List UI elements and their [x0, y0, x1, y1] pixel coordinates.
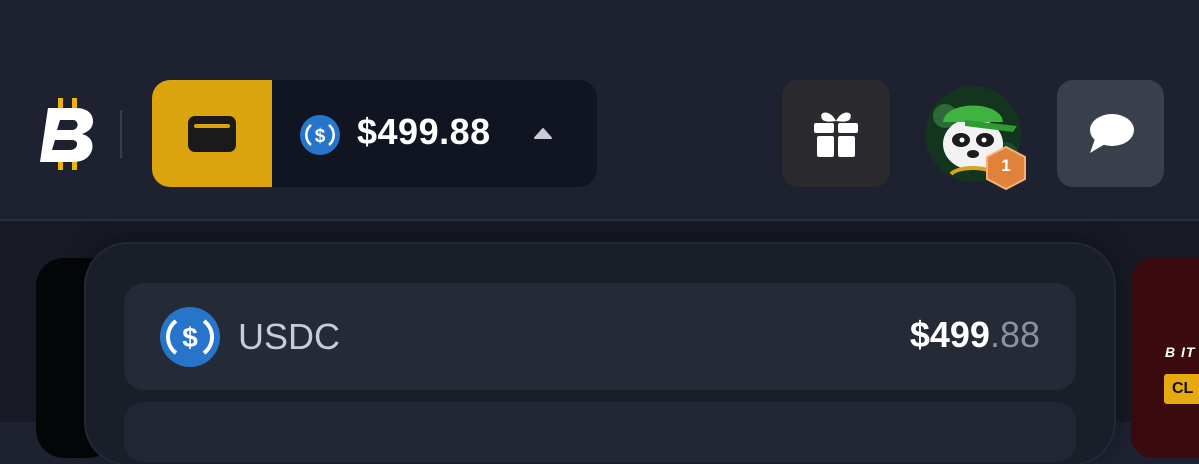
- svg-text:$: $: [315, 126, 326, 147]
- chat-bubble-icon: [1089, 113, 1134, 153]
- promo-button[interactable]: CL: [1164, 374, 1199, 404]
- wallet-balance-selector[interactable]: $ $499.88: [152, 80, 597, 187]
- wallet-button[interactable]: [152, 80, 272, 187]
- currency-name: USDC: [238, 316, 341, 357]
- usdc-coin-icon: $: [300, 115, 340, 155]
- rewards-gift-button[interactable]: [782, 80, 890, 187]
- user-level: 1: [1001, 156, 1011, 175]
- promo-card[interactable]: B IT CL: [1131, 258, 1199, 458]
- currency-option[interactable]: [124, 402, 1076, 462]
- currency-balance: $499.88: [910, 315, 1040, 355]
- caret-up-icon[interactable]: [533, 126, 553, 140]
- logo-separator: [120, 110, 122, 158]
- promo-logo: B IT: [1165, 344, 1196, 360]
- site-logo[interactable]: [36, 96, 100, 172]
- chat-button[interactable]: [1057, 80, 1164, 187]
- svg-text:$: $: [182, 322, 198, 353]
- wallet-balance: $499.88: [357, 111, 491, 152]
- currency-option[interactable]: $ USDC $499.88: [124, 283, 1076, 390]
- usdc-coin-icon: $: [160, 307, 220, 367]
- balance-decimal: .88: [989, 314, 1040, 355]
- bitcoin-b-logo-icon: [40, 98, 94, 170]
- balance-integer: $499: [909, 314, 990, 355]
- gift-icon: [814, 112, 858, 157]
- user-avatar-button[interactable]: 1: [925, 86, 1026, 190]
- wallet-icon: [188, 115, 236, 152]
